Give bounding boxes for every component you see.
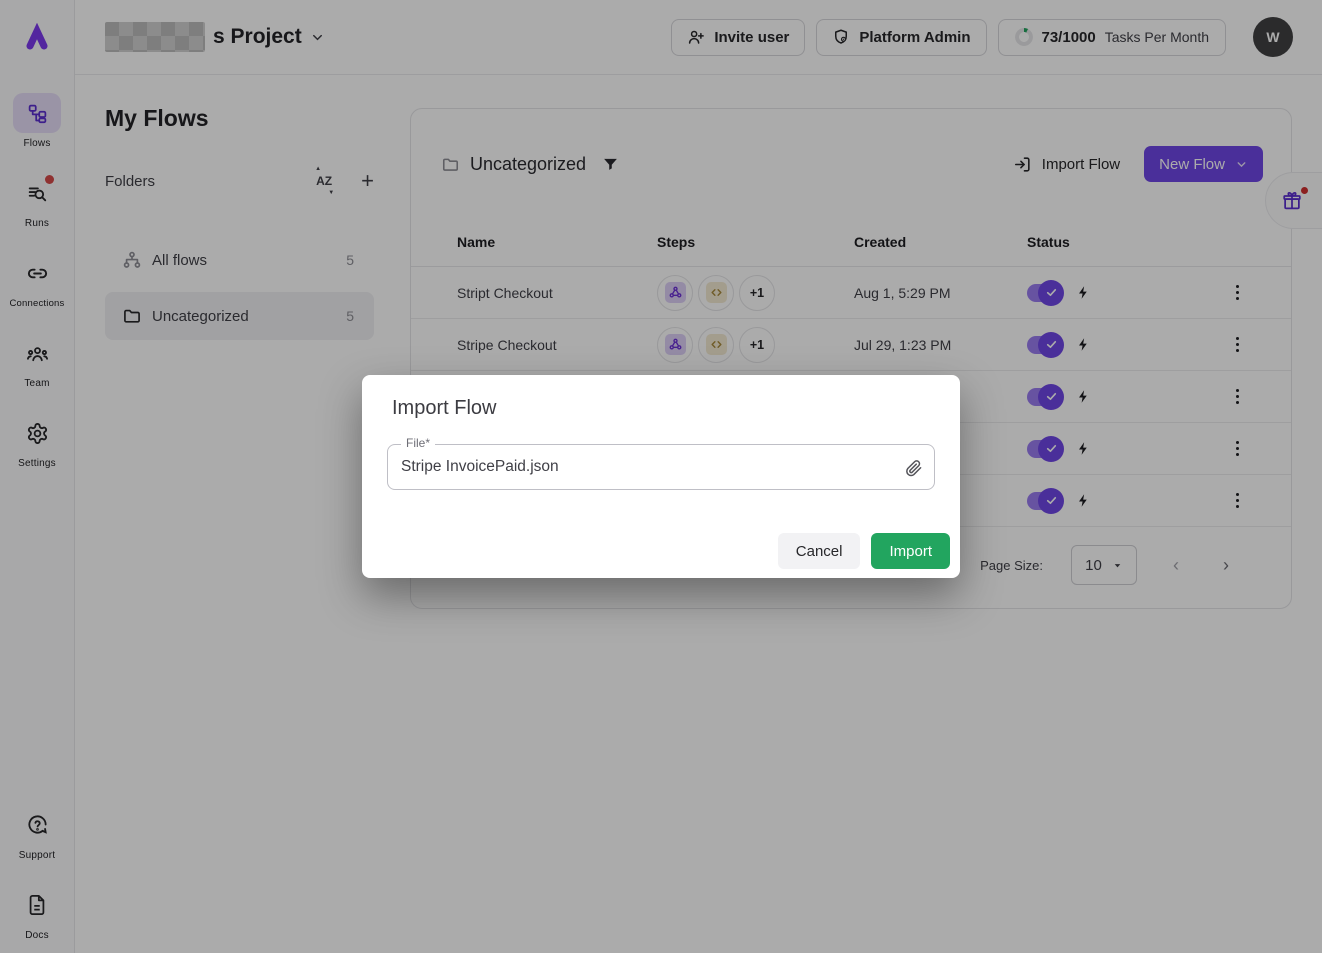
attach-file-button[interactable] [904,458,923,477]
file-field: File* [387,444,935,490]
paperclip-icon [904,458,923,477]
import-flow-dialog: Import Flow File* Cancel Import [362,375,960,578]
import-button[interactable]: Import [871,533,950,569]
cancel-button[interactable]: Cancel [778,533,861,569]
dialog-title: Import Flow [362,375,960,420]
file-input[interactable] [388,445,934,489]
